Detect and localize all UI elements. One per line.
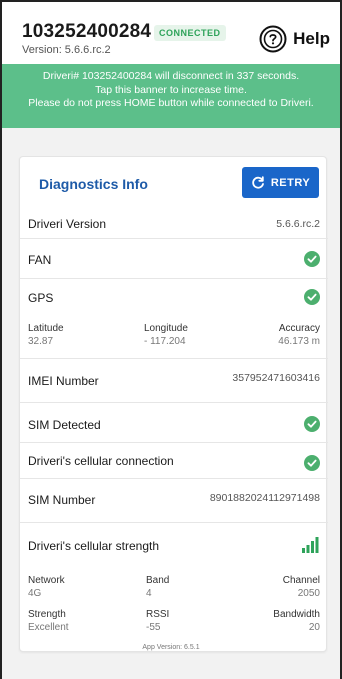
- bandwidth-value: 20: [308, 621, 320, 633]
- status-badge: CONNECTED: [154, 25, 226, 41]
- strength-label: Strength: [28, 609, 66, 620]
- cellular-strength-row: Driveri's cellular strength: [20, 523, 328, 567]
- latitude-value: 32.87: [28, 335, 54, 347]
- driveri-version-row: Driveri Version 5.6.6.rc.2: [20, 205, 328, 239]
- cellular-connection-label: Driveri's cellular connection: [28, 454, 174, 468]
- accuracy-value: 46.173 m: [278, 335, 320, 347]
- device-id: 103252400284: [22, 21, 152, 42]
- sim-number-row: SIM Number 8901882024112971498: [20, 479, 328, 523]
- accuracy-label: Accuracy: [278, 323, 320, 334]
- bandwidth-cell: Bandwidth 20: [273, 609, 320, 634]
- banner-line-2: Tap this banner to increase time.: [95, 83, 247, 96]
- fan-label: FAN: [28, 253, 52, 267]
- cellular-connection-row: Driveri's cellular connection: [20, 443, 328, 479]
- imei-value: 357952471603416: [232, 372, 320, 384]
- cellular-details-grid: Network 4G Band 4 Channel 2050 Strength …: [20, 575, 328, 639]
- app-header: 103252400284 CONNECTED Version: 5.6.6.rc…: [0, 0, 342, 64]
- diagnostics-title: Diagnostics Info: [39, 176, 148, 192]
- help-icon: [259, 25, 287, 53]
- help-button[interactable]: Help: [259, 25, 330, 53]
- band-label: Band: [146, 575, 170, 586]
- strength-cell: Strength Excellent: [28, 609, 69, 634]
- check-circle-icon: [304, 289, 320, 305]
- check-circle-icon: [304, 251, 320, 267]
- channel-value: 2050: [297, 587, 320, 599]
- network-label: Network: [28, 575, 65, 586]
- refresh-icon: [252, 175, 264, 189]
- retry-label: RETRY: [270, 176, 311, 189]
- firmware-version: Version: 5.6.6.rc.2: [22, 44, 111, 56]
- cellular-strength-label: Driveri's cellular strength: [28, 539, 159, 553]
- driveri-version-value: 5.6.6.rc.2: [276, 218, 320, 230]
- sim-number-label: SIM Number: [28, 493, 96, 507]
- longitude-cell: Longitude - 117.204: [144, 323, 188, 348]
- sim-detected-label: SIM Detected: [28, 418, 101, 432]
- gps-location-grid: Latitude 32.87 Longitude - 117.204 Accur…: [20, 323, 328, 359]
- banner-line-1: Driveri# 103252400284 will disconnect in…: [42, 70, 300, 82]
- longitude-value: - 117.204: [144, 335, 186, 347]
- retry-button[interactable]: RETRY: [242, 167, 319, 198]
- app-version-footer: App Version: 6.5.1: [142, 644, 200, 651]
- signal-strength-icon: [302, 537, 319, 553]
- longitude-label: Longitude: [144, 323, 188, 334]
- sim-number-value: 8901882024112971498: [209, 492, 320, 504]
- strength-value: Excellent: [28, 621, 69, 633]
- banner-line-3: Please do not press HOME button while co…: [28, 97, 314, 109]
- help-label: Help: [293, 29, 330, 48]
- bandwidth-label: Bandwidth: [273, 609, 320, 620]
- band-value: 4: [146, 587, 152, 599]
- network-cell: Network 4G: [28, 575, 65, 600]
- fan-row: FAN: [20, 239, 328, 279]
- diagnostics-card: Diagnostics Info RETRY Driveri Version 5…: [19, 156, 328, 652]
- driveri-version-label: Driveri Version: [28, 217, 107, 231]
- check-circle-icon: [304, 455, 320, 471]
- latitude-cell: Latitude 32.87: [28, 323, 64, 348]
- check-circle-icon: [304, 416, 320, 432]
- content-area: Diagnostics Info RETRY Driveri Version 5…: [0, 128, 342, 679]
- disconnect-banner[interactable]: Driveri# 103252400284 will disconnect in…: [0, 64, 342, 128]
- latitude-label: Latitude: [28, 323, 64, 334]
- sim-detected-row: SIM Detected: [20, 403, 328, 443]
- imei-row: IMEI Number 357952471603416: [20, 359, 328, 403]
- gps-label: GPS: [28, 291, 54, 305]
- rssi-label: RSSI: [146, 609, 170, 620]
- imei-label: IMEI Number: [28, 374, 99, 388]
- channel-label: Channel: [282, 575, 320, 586]
- gps-row: GPS: [20, 279, 328, 313]
- rssi-value: -55: [146, 621, 161, 633]
- channel-cell: Channel 2050: [283, 575, 320, 600]
- network-value: 4G: [28, 587, 42, 599]
- band-cell: Band 4: [146, 575, 169, 600]
- rssi-cell: RSSI -55: [146, 609, 169, 634]
- accuracy-cell: Accuracy 46.173 m: [278, 323, 320, 348]
